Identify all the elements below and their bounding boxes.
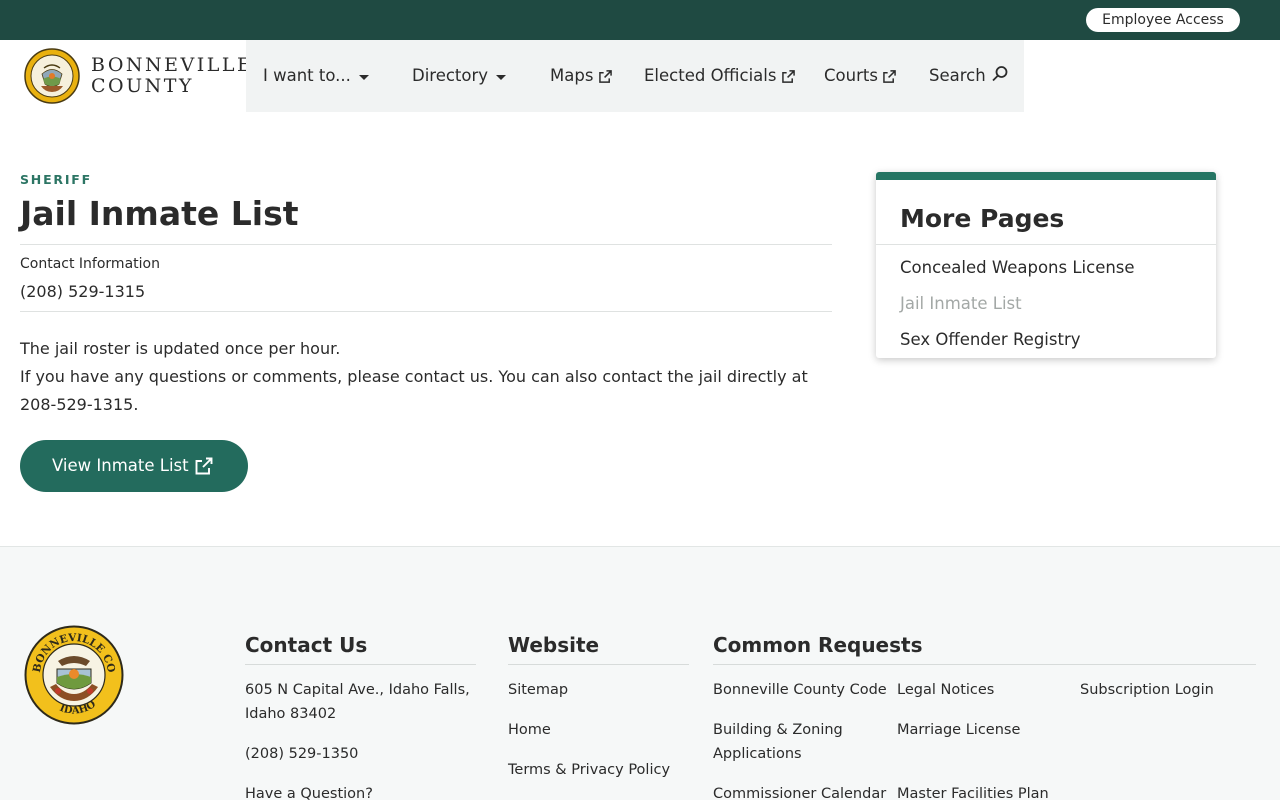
nav-courts-label: Courts (824, 66, 878, 85)
site-footer: BONNEVILLE COUNTY IDAHO Contact Us 605 N… (0, 546, 1280, 800)
nav-elected-officials-label: Elected Officials (644, 66, 777, 85)
nav-courts[interactable]: Courts (824, 40, 897, 112)
external-link-icon (781, 70, 795, 83)
nav-elected-officials[interactable]: Elected Officials (644, 40, 795, 112)
section-eyebrow[interactable]: SHERIFF (20, 172, 92, 187)
site-logo[interactable]: BONNEVILLE COUNTY (24, 46, 251, 106)
more-pages-title: More Pages (900, 204, 1065, 233)
logo-line-1: BONNEVILLE (91, 54, 254, 76)
external-link-icon (598, 70, 612, 83)
divider (20, 244, 832, 245)
caret-down-icon (358, 75, 369, 80)
nav-i-want-to[interactable]: I want to... (263, 40, 369, 112)
more-pages-link-jail-inmate-list[interactable]: Jail Inmate List (900, 294, 1022, 313)
divider (20, 311, 832, 312)
more-pages-link-concealed-weapons[interactable]: Concealed Weapons License (900, 258, 1135, 277)
contact-label: Contact Information (20, 256, 160, 272)
divider (876, 244, 1216, 245)
body-paragraph-1: The jail roster is updated once per hour… (20, 339, 341, 358)
nav-search[interactable]: Search (929, 40, 1009, 112)
footer-link-home[interactable]: Home (508, 718, 551, 742)
footer-have-a-question-link[interactable]: Have a Question? (245, 782, 373, 800)
footer-link-legal-notices[interactable]: Legal Notices (897, 678, 994, 702)
logo-line-2: COUNTY (91, 75, 194, 97)
divider (713, 664, 1256, 665)
search-icon (992, 65, 1008, 81)
external-link-icon (883, 70, 897, 83)
footer-address: 605 N Capital Ave., Idaho Falls, Idaho 8… (245, 682, 470, 722)
footer-link-county-code[interactable]: Bonneville County Code (713, 678, 887, 702)
nav-directory[interactable]: Directory (412, 40, 507, 112)
view-inmate-list-button[interactable]: View Inmate List (20, 440, 248, 492)
footer-common-requests-heading: Common Requests (713, 633, 923, 657)
employee-access-button[interactable]: Employee Access (1086, 8, 1240, 32)
more-pages-card: More Pages Concealed Weapons License Jai… (876, 172, 1216, 358)
contact-phone[interactable]: (208) 529-1315 (20, 282, 145, 301)
footer-website-heading: Website (508, 633, 600, 657)
footer-contact-heading: Contact Us (245, 633, 368, 657)
body-paragraph-2: If you have any questions or comments, p… (20, 367, 808, 414)
county-seal-icon: BONNEVILLE COUNTY IDAHO (24, 625, 124, 725)
external-link-icon (195, 457, 213, 475)
page-body: The jail roster is updated once per hour… (20, 335, 832, 419)
nav-search-label: Search (929, 66, 986, 85)
footer-link-building-zoning[interactable]: Building & Zoning Applications (713, 718, 883, 766)
caret-down-icon (496, 75, 507, 80)
logo-wordmark: BONNEVILLE COUNTY (91, 55, 253, 97)
nav-maps-label: Maps (550, 66, 594, 85)
primary-nav: I want to... Directory Maps Elected Offi… (246, 40, 1024, 112)
top-utility-bar: Employee Access (0, 0, 1280, 40)
nav-maps[interactable]: Maps (550, 40, 612, 112)
footer-link-master-facilities-plan[interactable]: Master Facilities Plan (897, 782, 1049, 800)
more-pages-link-sex-offender-registry[interactable]: Sex Offender Registry (900, 330, 1081, 349)
footer-link-commissioner-calendar[interactable]: Commissioner Calendar (713, 782, 886, 800)
view-inmate-list-label: View Inmate List (52, 456, 189, 475)
divider (508, 664, 689, 665)
page-title: Jail Inmate List (20, 194, 299, 233)
footer-link-subscription-login[interactable]: Subscription Login (1080, 678, 1214, 702)
county-seal-icon (24, 48, 80, 104)
nav-directory-label: Directory (412, 66, 489, 85)
footer-link-terms-privacy[interactable]: Terms & Privacy Policy (508, 758, 670, 782)
divider (245, 664, 476, 665)
footer-link-marriage-license[interactable]: Marriage License (897, 718, 1020, 742)
footer-link-sitemap[interactable]: Sitemap (508, 678, 568, 702)
footer-phone[interactable]: (208) 529-1350 (245, 742, 358, 766)
nav-i-want-to-label: I want to... (263, 66, 351, 85)
